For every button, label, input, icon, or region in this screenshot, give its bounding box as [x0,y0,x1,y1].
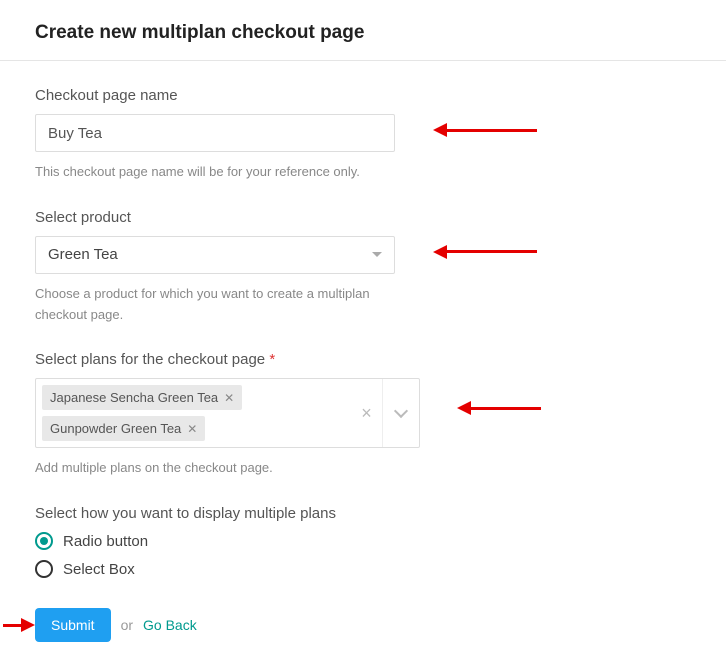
chevron-down-icon [394,404,408,418]
label-display-type: Select how you want to display multiple … [35,505,696,522]
plan-tag[interactable]: Gunpowder Green Tea ✕ [42,416,205,441]
plan-tag[interactable]: Japanese Sencha Green Tea ✕ [42,385,242,410]
or-text: or [121,617,133,633]
display-option-radio[interactable]: Radio button [35,532,696,550]
required-mark: * [269,351,275,368]
helper-select-plans: Add multiple plans on the checkout page. [35,458,415,479]
annotation-arrow [3,618,35,632]
label-select-plans-text: Select plans for the checkout page [35,351,265,368]
radio-label: Select Box [63,561,135,578]
helper-checkout-name: This checkout page name will be for your… [35,162,415,183]
plan-tag-label: Japanese Sencha Green Tea [50,390,218,405]
field-select-plans: Select plans for the checkout page * Jap… [35,351,696,479]
radio-icon [35,532,53,550]
multiselect-toggle[interactable] [383,379,419,447]
clear-all-icon[interactable]: × [351,379,383,447]
label-select-product: Select product [35,209,696,226]
go-back-link[interactable]: Go Back [143,617,197,633]
annotation-arrow [433,245,537,259]
divider [0,60,726,61]
plans-multiselect[interactable]: Japanese Sencha Green Tea ✕ Gunpowder Gr… [35,378,420,448]
display-option-selectbox[interactable]: Select Box [35,560,696,578]
annotation-arrow [433,123,537,137]
label-checkout-name: Checkout page name [35,87,696,104]
plans-tags: Japanese Sencha Green Tea ✕ Gunpowder Gr… [36,379,351,447]
checkout-name-input[interactable] [35,114,395,152]
field-checkout-name: Checkout page name This checkout page na… [35,87,696,183]
form-actions: Submit or Go Back [35,608,696,642]
remove-tag-icon[interactable]: ✕ [187,422,197,436]
radio-label: Radio button [63,533,148,550]
submit-button[interactable]: Submit [35,608,111,642]
chevron-down-icon [372,252,382,257]
label-select-plans: Select plans for the checkout page * [35,351,696,368]
product-select-value: Green Tea [48,246,118,263]
radio-icon [35,560,53,578]
page-title: Create new multiplan checkout page [35,22,696,44]
plan-tag-label: Gunpowder Green Tea [50,421,181,436]
field-display-type: Select how you want to display multiple … [35,505,696,578]
annotation-arrow [457,401,541,415]
field-select-product: Select product Green Tea Choose a produc… [35,209,696,326]
product-select[interactable]: Green Tea [35,236,395,274]
helper-select-product: Choose a product for which you want to c… [35,284,415,326]
remove-tag-icon[interactable]: ✕ [224,391,234,405]
